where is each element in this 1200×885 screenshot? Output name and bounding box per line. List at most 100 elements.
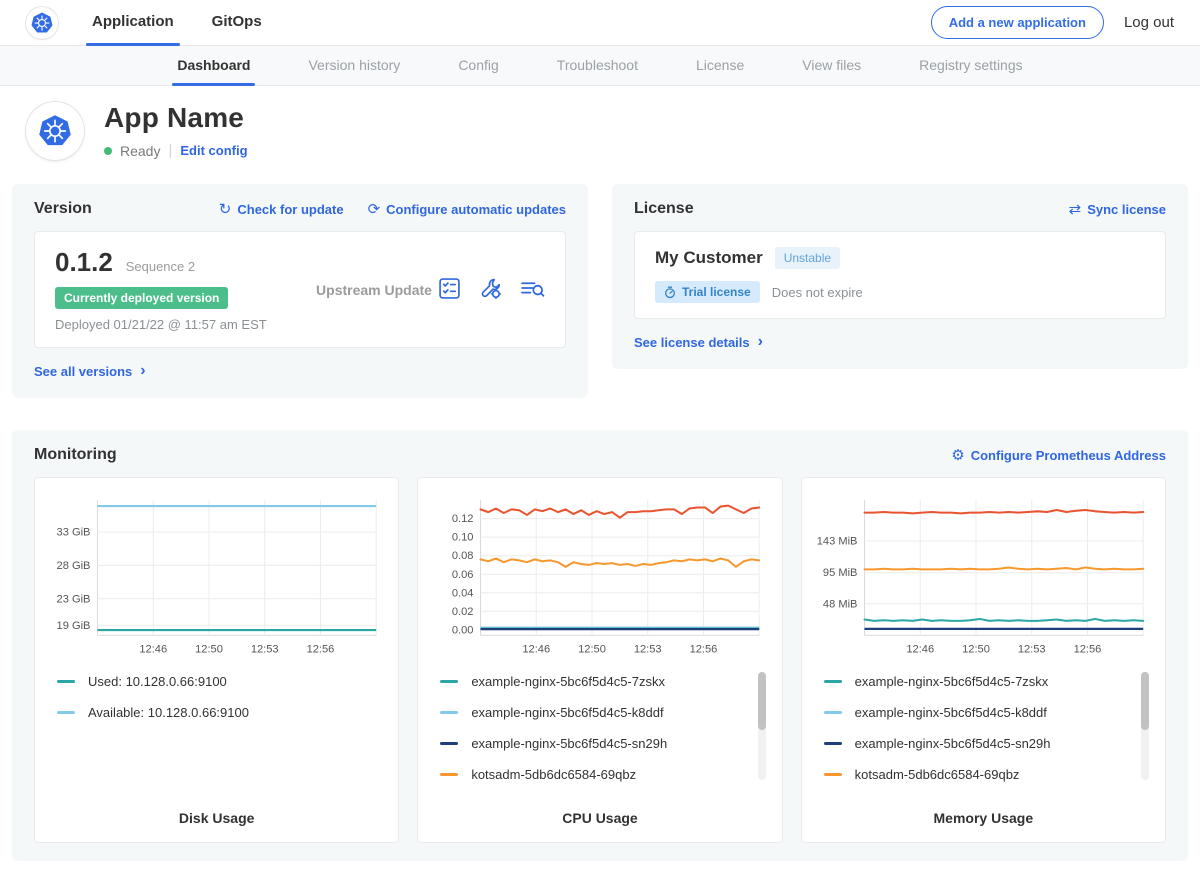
legend-color-dash bbox=[440, 773, 458, 776]
legend-label: example-nginx-5bc6f5d4c5-sn29h bbox=[855, 736, 1051, 751]
edit-config-link[interactable]: Edit config bbox=[180, 143, 247, 158]
legend-label: Used: 10.128.0.66:9100 bbox=[88, 674, 227, 689]
cpu-usage-chart-title: CPU Usage bbox=[428, 810, 771, 826]
cpu-usage-legend: example-nginx-5bc6f5d4c5-7zskx example-ng… bbox=[440, 674, 767, 796]
svg-text:12:56: 12:56 bbox=[307, 644, 335, 656]
legend-scrollbar[interactable] bbox=[758, 672, 766, 780]
legend-label: Available: 10.128.0.66:9100 bbox=[88, 705, 249, 720]
legend-item: kotsadm-5db6dc6584-69qbz bbox=[824, 767, 1151, 782]
subnav-tab-view-files[interactable]: View files bbox=[773, 46, 890, 85]
legend-label: example-nginx-5bc6f5d4c5-k8ddf bbox=[855, 705, 1047, 720]
kubernetes-logo-icon[interactable] bbox=[26, 7, 58, 39]
chevron-right-icon: › bbox=[140, 362, 145, 380]
see-license-details-link[interactable]: See license details› bbox=[634, 333, 763, 351]
version-source-label: Upstream Update bbox=[310, 282, 438, 298]
clock-refresh-icon: ⟳ bbox=[368, 202, 381, 217]
top-navbar: ApplicationGitOps Add a new application … bbox=[0, 0, 1200, 46]
legend-color-dash bbox=[57, 711, 75, 714]
svg-text:143 MiB: 143 MiB bbox=[816, 536, 857, 548]
legend-color-dash bbox=[824, 742, 842, 745]
legend-label: kotsadm-5db6dc6584-69qbz bbox=[471, 767, 636, 782]
version-number: 0.1.2 bbox=[55, 247, 113, 278]
configure-prometheus-link[interactable]: ⚙ Configure Prometheus Address bbox=[951, 448, 1166, 463]
monitoring-card: Monitoring ⚙ Configure Prometheus Addres… bbox=[12, 430, 1188, 861]
app-avatar-kubernetes-icon bbox=[26, 102, 84, 160]
configure-automatic-updates-link[interactable]: ⟳ Configure automatic updates bbox=[368, 202, 566, 217]
legend-label: example-nginx-5bc6f5d4c5-7zskx bbox=[471, 674, 665, 689]
config-wrench-gear-icon[interactable] bbox=[479, 277, 502, 303]
svg-text:12:46: 12:46 bbox=[139, 644, 167, 656]
status-ready-dot bbox=[104, 147, 112, 155]
view-logs-icon[interactable] bbox=[520, 277, 545, 303]
legend-item: example-nginx-5bc6f5d4c5-k8ddf bbox=[824, 705, 1151, 720]
sequence-label: Sequence 2 bbox=[126, 259, 195, 274]
legend-scrollbar[interactable] bbox=[1141, 672, 1149, 780]
disk-usage-chart-card: 33 GiB28 GiB23 GiB19 GiB12:4612:5012:531… bbox=[34, 477, 399, 843]
legend-color-dash bbox=[440, 680, 458, 683]
subnav-tab-troubleshoot[interactable]: Troubleshoot bbox=[528, 46, 667, 85]
see-all-versions-link[interactable]: See all versions› bbox=[34, 362, 146, 380]
license-card: License ⇄ Sync license My Customer Unsta… bbox=[612, 184, 1188, 369]
legend-item: kotsadm-5db6dc6584-69qbz bbox=[440, 767, 767, 782]
deployed-timestamp: Deployed 01/21/22 @ 11:57 am EST bbox=[55, 317, 310, 332]
version-card: Version ↻ Check for update ⟳ Configure a… bbox=[12, 184, 588, 398]
topnav-tabs: Application GitOps bbox=[92, 0, 300, 46]
check-for-update-link[interactable]: ↻ Check for update bbox=[219, 202, 344, 217]
legend-color-dash bbox=[440, 711, 458, 714]
svg-text:0.06: 0.06 bbox=[452, 569, 474, 581]
legend-label: example-nginx-5bc6f5d4c5-sn29h bbox=[471, 736, 667, 751]
svg-text:12:50: 12:50 bbox=[195, 644, 223, 656]
legend-item: example-nginx-5bc6f5d4c5-7zskx bbox=[824, 674, 1151, 689]
page-title: App Name bbox=[104, 102, 248, 134]
preflight-checklist-icon[interactable] bbox=[438, 277, 461, 303]
disk-usage-legend: Used: 10.128.0.66:9100 Available: 10.128.… bbox=[57, 674, 384, 796]
legend-color-dash bbox=[824, 773, 842, 776]
disk-usage-chart: 33 GiB28 GiB23 GiB19 GiB12:4612:5012:531… bbox=[45, 490, 388, 662]
svg-text:12:50: 12:50 bbox=[962, 644, 990, 656]
legend-scrollbar-thumb[interactable] bbox=[758, 672, 766, 730]
currently-deployed-badge: Currently deployed version bbox=[55, 287, 228, 309]
gear-icon: ⚙ bbox=[951, 448, 964, 463]
license-expiry-text: Does not expire bbox=[772, 285, 863, 300]
legend-item: example-nginx-5bc6f5d4c5-sn29h bbox=[440, 736, 767, 751]
subnav-tab-registry-settings[interactable]: Registry settings bbox=[890, 46, 1051, 85]
legend-label: kotsadm-5db6dc6584-69qbz bbox=[855, 767, 1020, 782]
app-subnav: DashboardVersion historyConfigTroublesho… bbox=[0, 46, 1200, 86]
memory-usage-chart-card: 143 MiB95 MiB48 MiB12:4612:5012:5312:56 … bbox=[801, 477, 1166, 843]
subnav-tab-config[interactable]: Config bbox=[429, 46, 527, 85]
svg-text:12:56: 12:56 bbox=[690, 644, 718, 656]
svg-text:23 GiB: 23 GiB bbox=[57, 593, 91, 605]
current-version-row: 0.1.2 Sequence 2 Currently deployed vers… bbox=[34, 231, 566, 348]
logout-button[interactable]: Log out bbox=[1124, 14, 1174, 31]
memory-usage-chart-title: Memory Usage bbox=[812, 810, 1155, 826]
svg-text:48 MiB: 48 MiB bbox=[823, 598, 858, 610]
divider: | bbox=[168, 142, 172, 159]
svg-text:12:56: 12:56 bbox=[1073, 644, 1101, 656]
topnav-tab-application[interactable]: Application bbox=[92, 0, 174, 46]
legend-label: example-nginx-5bc6f5d4c5-7zskx bbox=[855, 674, 1049, 689]
svg-text:0.12: 0.12 bbox=[452, 513, 474, 525]
legend-label: example-nginx-5bc6f5d4c5-k8ddf bbox=[471, 705, 663, 720]
app-header: App Name Ready | Edit config bbox=[0, 86, 1200, 172]
license-type-badge: Trial license bbox=[655, 281, 760, 303]
cpu-usage-chart-card: 0.120.100.080.060.040.020.0012:4612:5012… bbox=[417, 477, 782, 843]
license-info-row: My Customer Unstable Trial license Does … bbox=[634, 231, 1166, 319]
customer-name: My Customer bbox=[655, 248, 763, 268]
license-card-title: License bbox=[634, 200, 694, 218]
subnav-tab-dashboard[interactable]: Dashboard bbox=[148, 46, 279, 85]
svg-text:12:50: 12:50 bbox=[578, 644, 606, 656]
memory-usage-chart: 143 MiB95 MiB48 MiB12:4612:5012:5312:56 bbox=[812, 490, 1155, 662]
channel-badge: Unstable bbox=[775, 247, 840, 269]
legend-color-dash bbox=[824, 680, 842, 683]
subnav-tab-license[interactable]: License bbox=[667, 46, 773, 85]
legend-scrollbar-thumb[interactable] bbox=[1141, 672, 1149, 730]
legend-color-dash bbox=[440, 742, 458, 745]
monitoring-title: Monitoring bbox=[34, 446, 117, 464]
subnav-tab-version-history[interactable]: Version history bbox=[279, 46, 429, 85]
svg-text:12:53: 12:53 bbox=[634, 644, 662, 656]
sync-license-link[interactable]: ⇄ Sync license bbox=[1069, 202, 1166, 217]
add-new-application-button[interactable]: Add a new application bbox=[931, 6, 1104, 39]
topnav-tab-gitops[interactable]: GitOps bbox=[212, 0, 262, 46]
status-text: Ready bbox=[120, 143, 160, 159]
svg-text:95 MiB: 95 MiB bbox=[823, 567, 858, 579]
